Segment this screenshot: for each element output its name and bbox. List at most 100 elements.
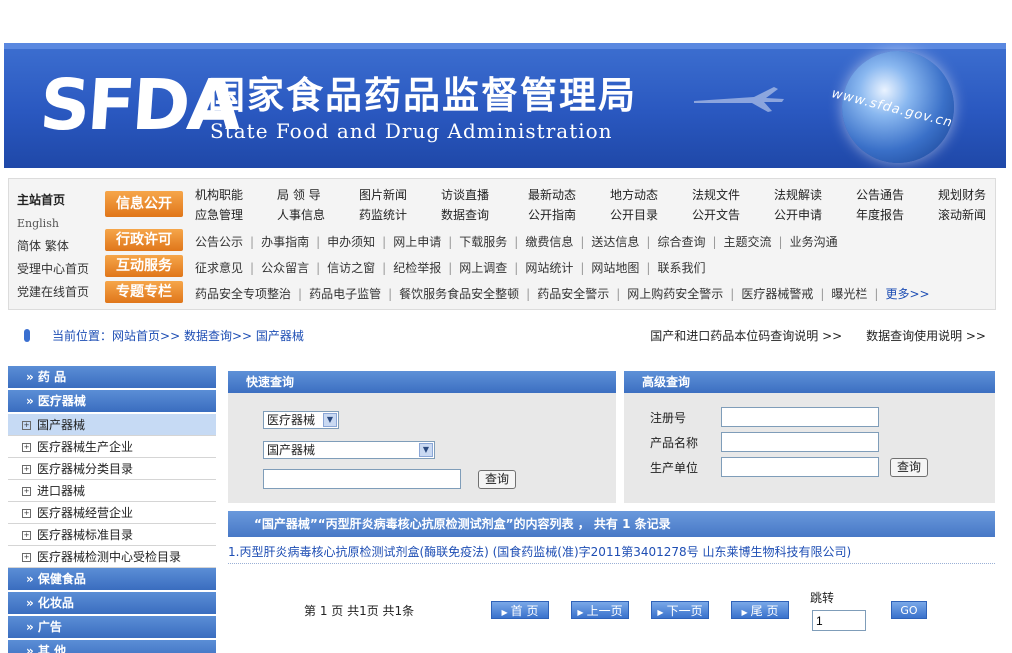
sidebar-drugs[interactable]: » 药 品	[8, 366, 216, 390]
nav-link[interactable]: 业务沟通	[790, 232, 838, 252]
nav-link[interactable]: 公开目录	[610, 205, 692, 225]
nav-link[interactable]: 图片新闻	[359, 185, 441, 205]
nav-left-links: 主站首页 English 简体 繁体 受理中心首页 党建在线首页	[17, 189, 97, 304]
nav-link[interactable]: 滚动新闻	[938, 205, 988, 225]
nav-link[interactable]: 药监统计	[359, 205, 441, 225]
sidebar-item-testing-centers[interactable]: + 医疗器械检测中心受检目录	[8, 546, 216, 568]
next-page-button[interactable]: ▶ 下一页	[651, 601, 709, 619]
quick-search-button[interactable]: 查询	[478, 470, 517, 489]
sidebar-item-label: 医疗器械生产企业	[37, 440, 134, 454]
nav-link[interactable]: 主题交流	[724, 232, 772, 252]
sidebar-item-device-catalog[interactable]: + 医疗器械分类目录	[8, 458, 216, 480]
jump-page-input[interactable]	[812, 610, 866, 631]
sidebar-item-label: 医疗器械标准目录	[37, 528, 134, 542]
sidebar-health-food[interactable]: » 保健食品	[8, 568, 216, 592]
nav-service-center-link[interactable]: 受理中心首页	[17, 258, 97, 281]
nav-english-link[interactable]: English	[17, 212, 97, 235]
nav-link[interactable]: 网上购药安全警示	[627, 284, 723, 304]
nav-home-link[interactable]: 主站首页	[17, 189, 97, 212]
maker-input[interactable]	[721, 457, 879, 477]
expand-box-icon: +	[22, 443, 31, 452]
nav-link[interactable]: 公开指南	[528, 205, 610, 225]
chevron-down-icon: ▼	[323, 413, 337, 427]
nav-link[interactable]: 征求意见	[195, 258, 243, 278]
badge-interactive[interactable]: 互动服务	[105, 255, 183, 277]
advanced-search-button[interactable]: 查询	[890, 458, 929, 477]
nav-link[interactable]: 信访之窗	[327, 258, 375, 278]
keyword-input[interactable]	[263, 469, 461, 489]
nav-link[interactable]: 规划财务	[938, 185, 988, 205]
nav-link[interactable]: 人事信息	[277, 205, 359, 225]
nav-link[interactable]: 联系我们	[657, 258, 705, 278]
sidebar-item-device-dealers[interactable]: + 医疗器械经营企业	[8, 502, 216, 524]
nav-link[interactable]: 地方动态	[610, 185, 692, 205]
nav-link[interactable]: 网上申请	[393, 232, 441, 252]
query-help-link[interactable]: 数据查询使用说明 >>	[866, 329, 986, 343]
nav-link[interactable]: 申办须知	[327, 232, 375, 252]
nav-link[interactable]: 网站统计	[525, 258, 573, 278]
category-select[interactable]: 医疗器械 ▼	[263, 411, 339, 429]
sidebar-item-label: 医疗器械分类目录	[37, 462, 134, 476]
badge-info-disclosure[interactable]: 信息公开	[105, 191, 183, 217]
nav-link[interactable]: 应急管理	[195, 205, 277, 225]
nav-link[interactable]: 网站地图	[591, 258, 639, 278]
nav-link[interactable]: 公告通告	[856, 185, 938, 205]
sidebar-item-device-standards[interactable]: + 医疗器械标准目录	[8, 524, 216, 546]
nav-link[interactable]: 药品安全警示	[537, 284, 609, 304]
nav-link[interactable]: 网上调查	[459, 258, 507, 278]
nav-link[interactable]: 年度报告	[856, 205, 938, 225]
product-name-input[interactable]	[721, 432, 879, 452]
nav-row-interact: 征求意见 | 公众留言 | 信访之窗 | 纪检举报 | 网上调查 | 网站统计 | 网站地图…	[195, 258, 991, 278]
nav-link[interactable]: 数据查询	[441, 205, 528, 225]
nav-link[interactable]: 办事指南	[261, 232, 309, 252]
play-icon: ▶	[657, 608, 664, 617]
sidebar-other[interactable]: » 其 他	[8, 640, 216, 653]
nav-link[interactable]: 药品安全专项整治	[195, 284, 291, 304]
expand-box-icon: +	[22, 553, 31, 562]
nav-link[interactable]: 餐饮服务食品安全整顿	[399, 284, 519, 304]
nav-link[interactable]: 公开文告	[692, 205, 774, 225]
nav-link[interactable]: 下载服务	[459, 232, 507, 252]
quick-search-title: 快速查询	[228, 371, 616, 393]
quick-search-panel: 快速查询 医疗器械 ▼ 国产器械 ▼ 查询	[228, 371, 616, 503]
nav-link[interactable]: 公众留言	[261, 258, 309, 278]
badge-special-topics[interactable]: 专题专栏	[105, 281, 183, 303]
sidebar-cosmetics[interactable]: » 化妆品	[8, 592, 216, 616]
sidebar-item-domestic-devices[interactable]: + 国产器械	[8, 414, 216, 436]
sidebar-item-label: 医疗器械经营企业	[37, 506, 134, 520]
nav-link[interactable]: 法规解读	[774, 185, 856, 205]
nav-link[interactable]: 最新动态	[528, 185, 610, 205]
nav-link[interactable]: 访谈直播	[441, 185, 528, 205]
drug-code-help-link[interactable]: 国产和进口药品本位码查询说明 >>	[650, 329, 842, 343]
reg-no-input[interactable]	[721, 407, 879, 427]
product-name-label: 产品名称	[650, 436, 699, 450]
go-button[interactable]: GO	[891, 601, 927, 619]
sidebar-ads[interactable]: » 广告	[8, 616, 216, 640]
sidebar-item-imported-devices[interactable]: + 进口器械	[8, 480, 216, 502]
first-page-button[interactable]: ▶ 首 页	[491, 601, 549, 619]
nav-more-link[interactable]: 更多>>	[885, 284, 929, 304]
subcategory-select[interactable]: 国产器械 ▼	[263, 441, 435, 459]
nav-language-link[interactable]: 简体 繁体	[17, 235, 97, 258]
nav-link[interactable]: 纪检举报	[393, 258, 441, 278]
last-page-button[interactable]: ▶ 尾 页	[731, 601, 789, 619]
category-select-value: 医疗器械	[267, 413, 316, 427]
sidebar-devices[interactable]: » 医疗器械	[8, 390, 216, 414]
nav-link[interactable]: 综合查询	[657, 232, 705, 252]
nav-link[interactable]: 公告公示	[195, 232, 243, 252]
nav-link[interactable]: 曝光栏	[831, 284, 867, 304]
breadcrumb-trail[interactable]: 网站首页>> 数据查询>> 国产器械	[112, 329, 304, 343]
badge-admin-license[interactable]: 行政许可	[105, 229, 183, 251]
nav-link[interactable]: 机构职能	[195, 185, 277, 205]
nav-link[interactable]: 局 领 导	[277, 185, 359, 205]
result-item[interactable]: 1.丙型肝炎病毒核心抗原检测试剂盒(酶联免疫法) (国食药监械(准)字2011第…	[228, 542, 995, 564]
prev-page-button[interactable]: ▶ 上一页	[571, 601, 629, 619]
nav-link[interactable]: 法规文件	[692, 185, 774, 205]
nav-link[interactable]: 药品电子监管	[309, 284, 381, 304]
nav-link[interactable]: 送达信息	[591, 232, 639, 252]
nav-link[interactable]: 公开申请	[774, 205, 856, 225]
nav-party-link[interactable]: 党建在线首页	[17, 281, 97, 304]
sidebar-item-device-makers[interactable]: + 医疗器械生产企业	[8, 436, 216, 458]
nav-link[interactable]: 缴费信息	[525, 232, 573, 252]
nav-link[interactable]: 医疗器械警戒	[741, 284, 813, 304]
